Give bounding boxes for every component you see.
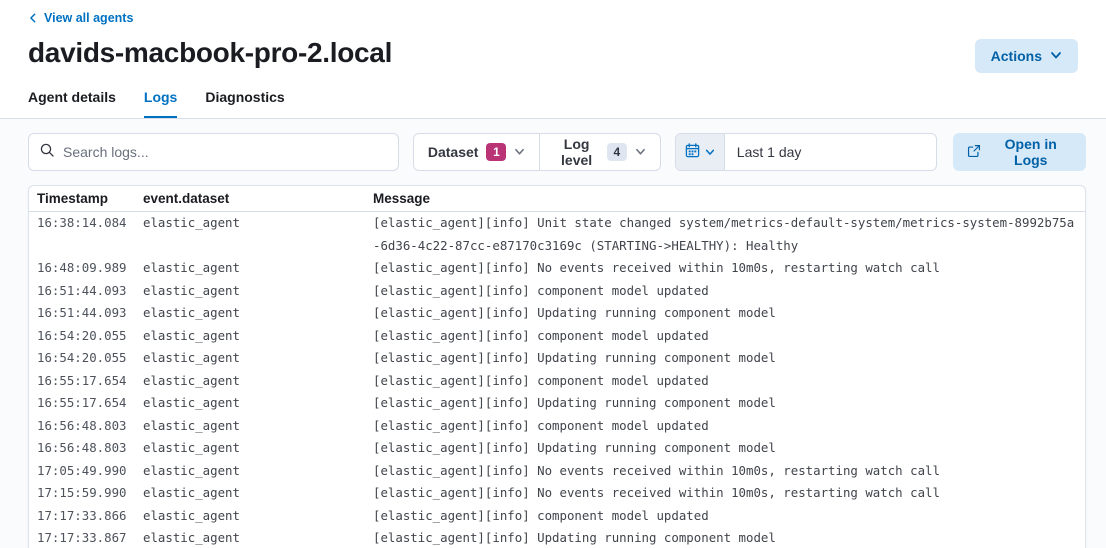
table-row: 16:51:44.093 elastic_agent [elastic_agen… bbox=[29, 280, 1085, 303]
log-message: [elastic_agent][info] No events received… bbox=[373, 482, 1085, 505]
log-message: [elastic_agent][info] component model up… bbox=[373, 415, 1085, 438]
table-row: 16:56:48.803 elastic_agent [elastic_agen… bbox=[29, 415, 1085, 438]
log-message: [elastic_agent][info] No events received… bbox=[373, 460, 1085, 483]
table-row: 16:54:20.055 elastic_agent [elastic_agen… bbox=[29, 325, 1085, 348]
log-message: [elastic_agent][info] component model up… bbox=[373, 505, 1085, 528]
log-level-filter-count-badge: 4 bbox=[607, 143, 627, 161]
chevron-left-icon bbox=[28, 13, 38, 23]
calendar-icon bbox=[685, 143, 700, 161]
log-timestamp: 17:15:59.990 bbox=[29, 482, 143, 505]
log-event-dataset: elastic_agent bbox=[143, 482, 373, 505]
search-input[interactable] bbox=[63, 144, 388, 160]
chevron-down-icon bbox=[705, 145, 715, 160]
log-timestamp: 16:56:48.803 bbox=[29, 415, 143, 438]
log-timestamp: 16:55:17.654 bbox=[29, 392, 143, 415]
log-timestamp: 16:48:09.989 bbox=[29, 257, 143, 280]
search-icon bbox=[39, 142, 55, 163]
log-timestamp: 17:05:49.990 bbox=[29, 460, 143, 483]
log-message: [elastic_agent][info] component model up… bbox=[373, 280, 1085, 303]
log-timestamp: 16:54:20.055 bbox=[29, 347, 143, 370]
date-quick-select-button[interactable] bbox=[676, 134, 725, 170]
table-row: 16:38:14.084 elastic_agent [elastic_agen… bbox=[29, 212, 1085, 257]
actions-button-label: Actions bbox=[991, 48, 1042, 64]
chevron-down-icon bbox=[1050, 48, 1062, 64]
log-event-dataset: elastic_agent bbox=[143, 527, 373, 548]
column-header-message: Message bbox=[373, 191, 1085, 206]
table-row: 17:17:33.866 elastic_agent [elastic_agen… bbox=[29, 505, 1085, 528]
log-event-dataset: elastic_agent bbox=[143, 437, 373, 460]
log-event-dataset: elastic_agent bbox=[143, 370, 373, 393]
log-event-dataset: elastic_agent bbox=[143, 280, 373, 303]
agent-logs-page: View all agents davids-macbook-pro-2.loc… bbox=[0, 0, 1106, 548]
log-event-dataset: elastic_agent bbox=[143, 505, 373, 528]
column-header-timestamp: Timestamp bbox=[29, 191, 143, 206]
external-link-icon bbox=[967, 144, 981, 161]
back-link-label: View all agents bbox=[44, 11, 133, 25]
tab-logs[interactable]: Logs bbox=[144, 89, 177, 118]
log-message: [elastic_agent][info] component model up… bbox=[373, 370, 1085, 393]
log-timestamp: 16:38:14.084 bbox=[29, 212, 143, 235]
log-timestamp: 16:56:48.803 bbox=[29, 437, 143, 460]
log-message: [elastic_agent][info] Updating running c… bbox=[373, 392, 1085, 415]
tab-agent-details[interactable]: Agent details bbox=[28, 89, 116, 118]
table-row: 16:48:09.989 elastic_agent [elastic_agen… bbox=[29, 257, 1085, 280]
log-table-header: Timestamp event.dataset Message bbox=[29, 186, 1085, 212]
table-row: 16:54:20.055 elastic_agent [elastic_agen… bbox=[29, 347, 1085, 370]
open-in-logs-button[interactable]: Open in Logs bbox=[953, 133, 1086, 171]
log-message: [elastic_agent][info] component model up… bbox=[373, 325, 1085, 348]
log-timestamp: 16:51:44.093 bbox=[29, 280, 143, 303]
dataset-filter-count-badge: 1 bbox=[486, 143, 506, 161]
log-message: [elastic_agent][info] Updating running c… bbox=[373, 437, 1085, 460]
date-range-picker: Last 1 day bbox=[675, 133, 938, 171]
log-event-dataset: elastic_agent bbox=[143, 257, 373, 280]
log-timestamp: 17:17:33.866 bbox=[29, 505, 143, 528]
actions-button[interactable]: Actions bbox=[975, 39, 1078, 73]
log-message: [elastic_agent][info] Unit state changed… bbox=[373, 212, 1085, 257]
chevron-down-icon bbox=[635, 144, 646, 160]
log-message: [elastic_agent][info] Updating running c… bbox=[373, 302, 1085, 325]
tab-diagnostics[interactable]: Diagnostics bbox=[205, 89, 284, 118]
log-table-body: 16:38:14.084 elastic_agent [elastic_agen… bbox=[29, 212, 1085, 548]
dataset-filter-label: Dataset bbox=[428, 144, 479, 160]
date-range-value[interactable]: Last 1 day bbox=[725, 134, 937, 170]
logs-content: Dataset 1 Log level 4 bbox=[0, 119, 1106, 548]
log-event-dataset: elastic_agent bbox=[143, 325, 373, 348]
logs-toolbar: Dataset 1 Log level 4 bbox=[28, 133, 1086, 171]
table-row: 16:51:44.093 elastic_agent [elastic_agen… bbox=[29, 302, 1085, 325]
page-header: View all agents davids-macbook-pro-2.loc… bbox=[0, 0, 1106, 118]
log-table-panel: Timestamp event.dataset Message 16:38:14… bbox=[28, 185, 1086, 548]
table-row: 16:55:17.654 elastic_agent [elastic_agen… bbox=[29, 392, 1085, 415]
log-level-filter-button[interactable]: Log level 4 bbox=[539, 134, 659, 170]
log-event-dataset: elastic_agent bbox=[143, 347, 373, 370]
log-level-filter-label: Log level bbox=[554, 136, 598, 168]
tab-bar: Agent details Logs Diagnostics bbox=[28, 89, 1078, 118]
page-title: davids-macbook-pro-2.local bbox=[28, 37, 392, 69]
search-box bbox=[28, 133, 399, 171]
column-header-event-dataset: event.dataset bbox=[143, 191, 373, 206]
log-message: [elastic_agent][info] Updating running c… bbox=[373, 527, 1085, 548]
open-in-logs-label: Open in Logs bbox=[989, 136, 1072, 168]
log-event-dataset: elastic_agent bbox=[143, 392, 373, 415]
filter-group: Dataset 1 Log level 4 bbox=[413, 133, 661, 171]
table-row: 16:56:48.803 elastic_agent [elastic_agen… bbox=[29, 437, 1085, 460]
table-row: 17:15:59.990 elastic_agent [elastic_agen… bbox=[29, 482, 1085, 505]
title-row: davids-macbook-pro-2.local Actions bbox=[28, 37, 1078, 73]
log-timestamp: 16:55:17.654 bbox=[29, 370, 143, 393]
log-event-dataset: elastic_agent bbox=[143, 302, 373, 325]
dataset-filter-button[interactable]: Dataset 1 bbox=[414, 134, 540, 170]
log-event-dataset: elastic_agent bbox=[143, 212, 373, 235]
chevron-down-icon bbox=[514, 144, 525, 160]
log-timestamp: 17:17:33.867 bbox=[29, 527, 143, 548]
table-row: 17:17:33.867 elastic_agent [elastic_agen… bbox=[29, 527, 1085, 548]
view-all-agents-link[interactable]: View all agents bbox=[28, 11, 133, 25]
log-timestamp: 16:54:20.055 bbox=[29, 325, 143, 348]
log-timestamp: 16:51:44.093 bbox=[29, 302, 143, 325]
table-row: 17:05:49.990 elastic_agent [elastic_agen… bbox=[29, 460, 1085, 483]
log-event-dataset: elastic_agent bbox=[143, 460, 373, 483]
log-message: [elastic_agent][info] No events received… bbox=[373, 257, 1085, 280]
log-event-dataset: elastic_agent bbox=[143, 415, 373, 438]
table-row: 16:55:17.654 elastic_agent [elastic_agen… bbox=[29, 370, 1085, 393]
log-message: [elastic_agent][info] Updating running c… bbox=[373, 347, 1085, 370]
